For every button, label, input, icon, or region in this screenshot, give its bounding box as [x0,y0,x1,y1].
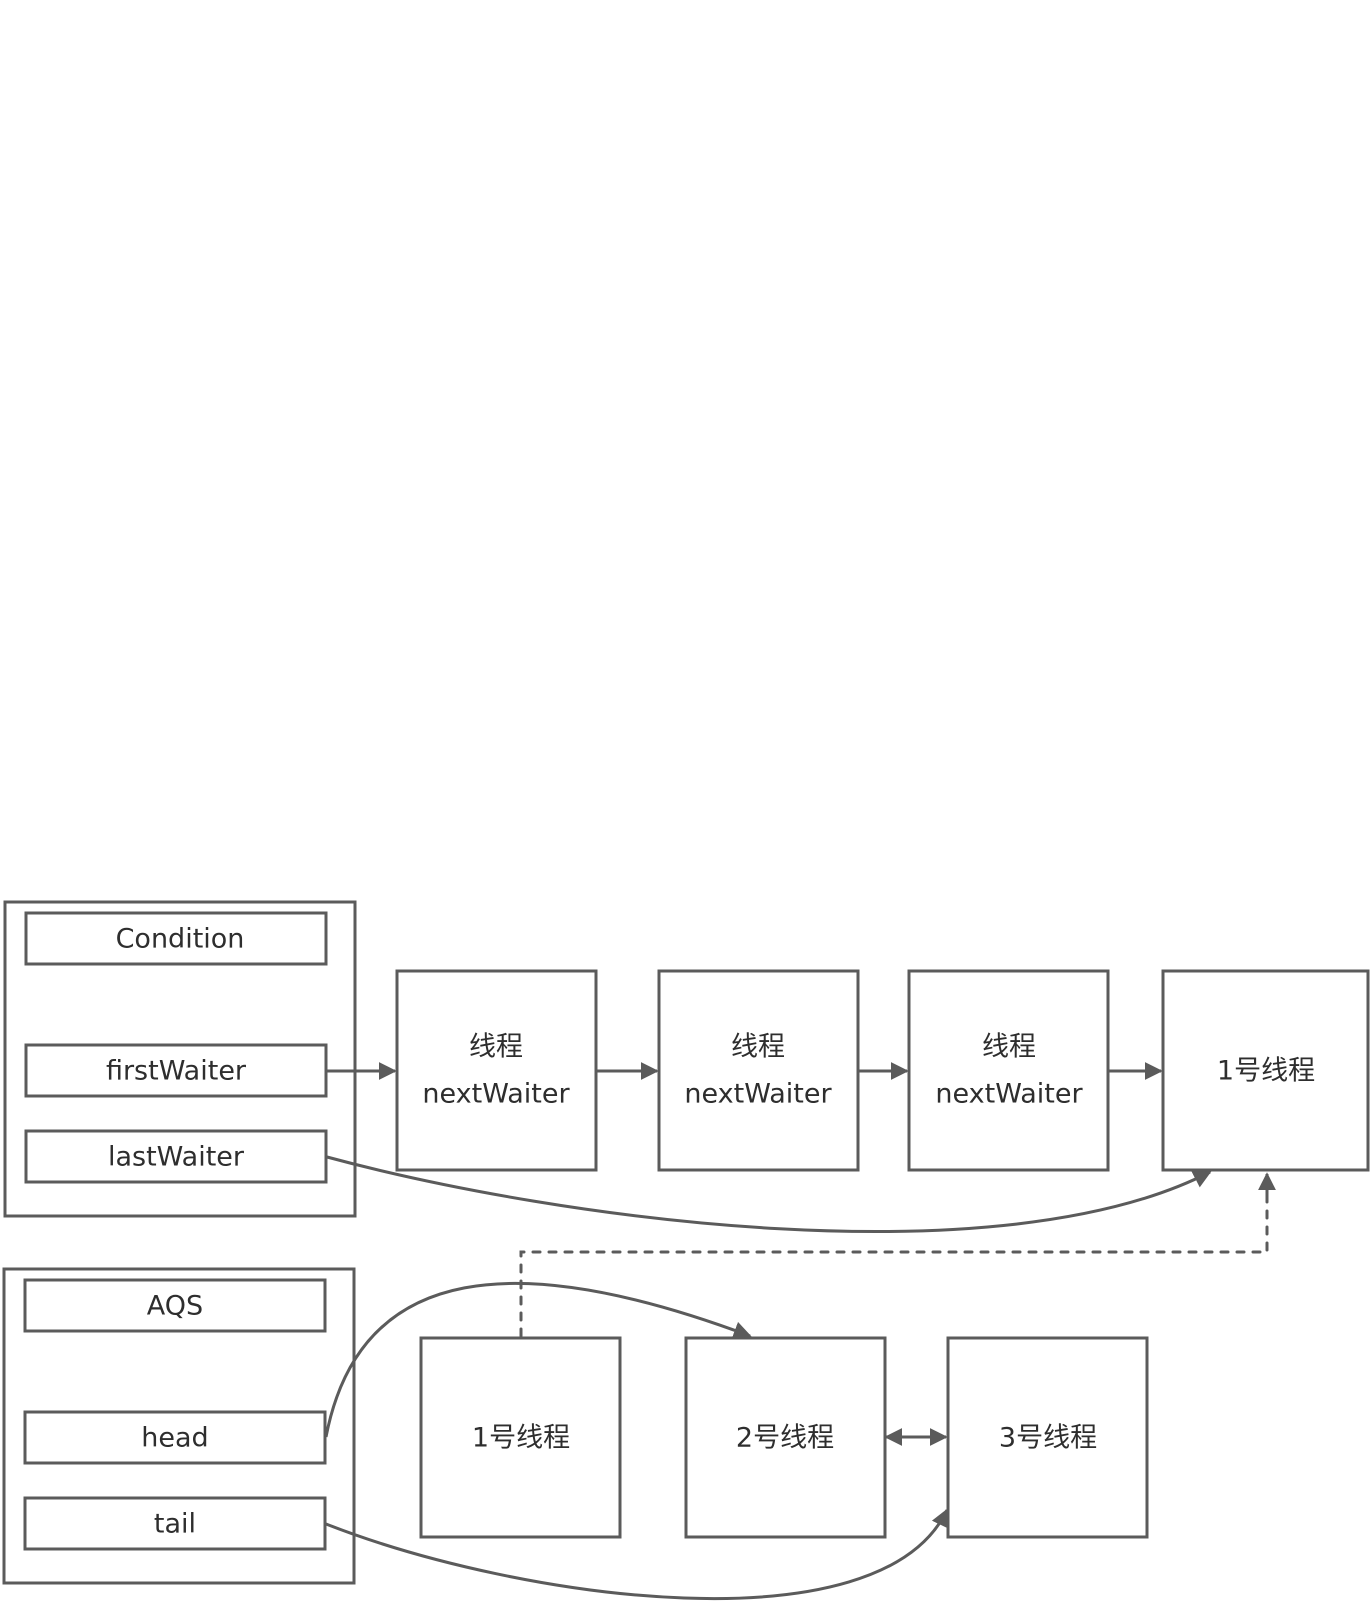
condition-object: Condition firstWaiter lastWaiter [3,900,357,1218]
condition-node-1-line2: nextWaiter [422,1079,570,1110]
tail-label: tail [154,1509,196,1540]
first-waiter-label: firstWaiter [106,1056,247,1087]
head-label: head [141,1423,208,1454]
sync-node-1-label: 1号线程 [472,1423,570,1454]
condition-node-3-line2: nextWaiter [935,1079,1083,1110]
condition-node-3 [907,969,1110,1172]
condition-title: Condition [116,924,245,955]
condition-node-2-line1: 线程 [731,1032,785,1063]
condition-node-2-line2: nextWaiter [684,1079,832,1110]
sync-queue: 1号线程 2号线程 3号线程 [419,1336,1149,1539]
last-waiter-label: lastWaiter [108,1142,245,1173]
condition-node-3-line1: 线程 [982,1032,1036,1063]
condition-node-1-line1: 线程 [469,1032,523,1063]
sync-node-2-label: 2号线程 [736,1423,834,1454]
condition-node-1 [395,969,598,1172]
condition-node-2 [657,969,860,1172]
aqs-title: AQS [147,1291,203,1322]
transfer-dashed-connector [519,1188,1269,1338]
diagram-canvas: Condition firstWaiter lastWaiter AQS hea… [2,900,1370,1600]
aqs-object: AQS head tail [2,1267,356,1585]
condition-node-4-label: 1号线程 [1217,1056,1315,1087]
sync-node-3-label: 3号线程 [999,1423,1097,1454]
